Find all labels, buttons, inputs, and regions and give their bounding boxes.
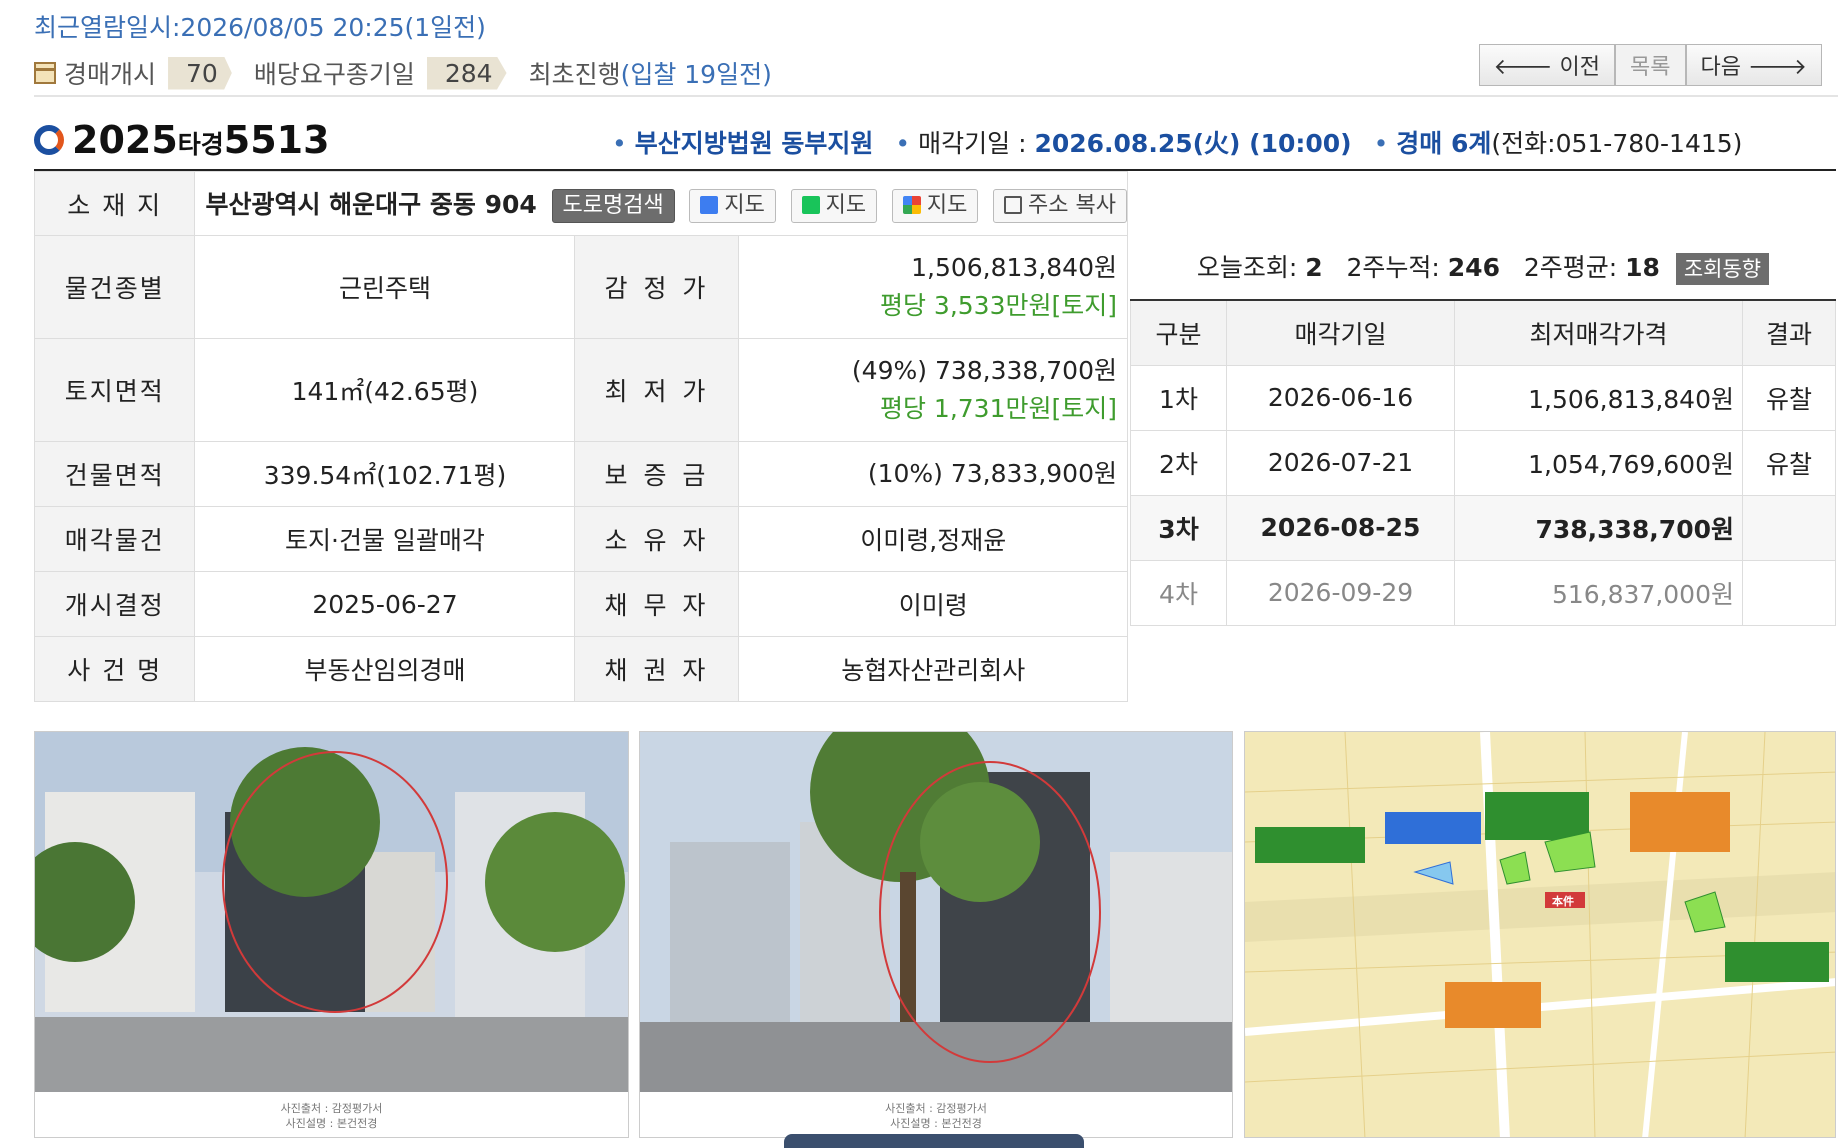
dept-name: 경매 6계: [1396, 129, 1492, 158]
property-photo-1[interactable]: 사진출처 : 감정평가서사진설명 : 본건전경: [34, 731, 629, 1138]
debtor-value: 이미령: [738, 571, 1128, 637]
address-label: 소 재 지: [33, 171, 196, 236]
table-row: 매각물건 토지·건물 일괄매각 소 유 자 이미령,정재윤: [33, 506, 1128, 572]
case-serial: 5513: [223, 118, 330, 162]
location-map-image[interactable]: 本件: [1244, 731, 1836, 1138]
table-row: 물건종별 근린주택 감 정 가 1,506,813,840원 평당 3,533만…: [33, 235, 1128, 339]
map-marker-label: 本件: [1552, 895, 1574, 908]
table-row: 사 건 명 부동산임의경매 채 권 자 농협자산관리회사: [33, 636, 1128, 702]
sale-object-value: 토지·건물 일괄매각: [194, 506, 576, 572]
map-thumbnail: [1245, 732, 1835, 1137]
schedule-summary: 경매개시 70 배당요구종기일 284 최초진행 (입찰 19일전): [34, 54, 772, 92]
calendar-icon: [34, 62, 56, 84]
start-label: 경매개시: [64, 60, 157, 89]
min-price-label: 최 저 가: [574, 338, 740, 442]
table-row: 건물면적 339.54㎡(102.71평) 보 증 금 (10%) 73,833…: [33, 441, 1128, 507]
next-button[interactable]: 다음 🡒: [1685, 44, 1822, 86]
case-type: 타경: [177, 130, 224, 159]
two-week-views: 246: [1447, 253, 1500, 282]
land-value: 141㎡(42.65평): [194, 338, 576, 442]
building-value: 339.54㎡(102.71평): [194, 441, 576, 507]
first-value: (입찰 19일전): [620, 60, 772, 89]
land-label: 토지면적: [33, 338, 196, 442]
min-price-value: (49%) 738,338,700원: [851, 356, 1117, 385]
google-map-button[interactable]: 지도: [891, 188, 979, 223]
first-label: 최초진행: [528, 60, 621, 89]
table-row: 개시결정 2025-06-27 채 무 자 이미령: [33, 571, 1128, 637]
naver-icon: [801, 195, 820, 214]
street-photo: [640, 732, 1232, 1092]
photo-caption-source: 사진출처 : 감정평가서: [885, 1102, 987, 1115]
claim-label: 배당요구종기일: [253, 60, 415, 89]
sale-label: 매각기일 :: [918, 129, 1035, 158]
case-name-label: 사 건 명: [33, 636, 196, 702]
case-name-value: 부동산임의경매: [194, 636, 576, 702]
building-label: 건물면적: [33, 441, 196, 507]
today-views: 2: [1305, 253, 1323, 282]
deposit-label: 보 증 금: [574, 441, 740, 507]
road-search-button[interactable]: 도로명검색: [551, 188, 675, 223]
view-stats: 오늘조회: 2 2주누적: 246 2주평균: 18 조회동향: [1130, 248, 1836, 285]
avg-views: 18: [1625, 253, 1660, 282]
min-price-cell: (49%) 738,338,700원 평당 1,731만원[토지]: [738, 338, 1128, 442]
sale-object-label: 매각물건: [33, 506, 196, 572]
type-label: 물건종별: [33, 235, 196, 339]
start-days-badge: 70: [168, 56, 232, 90]
deposit-value: (10%) 73,833,900원: [738, 441, 1128, 507]
naver-map-button[interactable]: 지도: [790, 188, 878, 223]
case-year: 2025: [72, 118, 178, 162]
min-price-per-pyeong: 평당 1,731만원[토지]: [879, 394, 1117, 423]
table-row: 토지면적 141㎡(42.65평) 최 저 가 (49%) 738,338,70…: [33, 338, 1128, 442]
appraisal-label: 감 정 가: [574, 235, 740, 339]
owner-label: 소 유 자: [574, 506, 740, 572]
appraisal-cell: 1,506,813,840원 평당 3,533만원[토지]: [738, 235, 1128, 339]
court-logo-icon: [34, 125, 64, 155]
photo-more-tab[interactable]: [784, 1134, 1084, 1148]
photo-caption-source: 사진출처 : 감정평가서: [280, 1102, 383, 1115]
start-decision-value: 2025-06-27: [194, 571, 576, 637]
creditor-value: 농협자산관리회사: [738, 636, 1128, 702]
case-info: • 부산지방법원 동부지원 • 매각기일 : 2026.08.25(火) (10…: [612, 129, 1743, 158]
google-icon: [902, 195, 921, 214]
dept-phone: (전화:051-780-1415): [1491, 129, 1743, 158]
owner-value: 이미령,정재윤: [738, 506, 1128, 572]
photo-caption-desc: 사진설명 : 본건전경: [285, 1117, 378, 1130]
street-photo: [35, 732, 628, 1092]
divider: [34, 95, 1838, 97]
table-row: 소 재 지 부산광역시 해운대구 중동 904 도로명검색 지도 지도 지도 주…: [33, 171, 1128, 236]
detail-table: 소 재 지 부산광역시 해운대구 중동 904 도로명검색 지도 지도 지도 주…: [33, 171, 1128, 702]
table-row-future: 4차 2026-09-29 516,837,000원: [1130, 559, 1836, 626]
debtor-label: 채 무 자: [574, 571, 740, 637]
pager: 🡐 이전 목록 다음 🡒: [1478, 44, 1822, 86]
table-row: 1차 2026-06-16 1,506,813,840원 유찰: [1130, 364, 1836, 431]
recent-view-time: 최근열람일시:2026/08/05 20:25(1일전): [34, 13, 486, 42]
court-name[interactable]: 부산지방법원 동부지원: [635, 129, 874, 158]
rounds-table: 구분 매각기일 최저매각가격 결과 1차 2026-06-16 1,506,813…: [1130, 299, 1836, 626]
claim-days-badge: 284: [426, 56, 507, 90]
type-value[interactable]: 근린주택: [194, 235, 576, 339]
copy-icon: [1004, 195, 1023, 214]
table-row-current: 3차 2026-08-25 738,338,700원: [1130, 494, 1836, 561]
table-header: 구분 매각기일 최저매각가격 결과: [1130, 299, 1836, 366]
case-number: 2025 타경 5513: [34, 118, 330, 162]
view-trend-button[interactable]: 조회동향: [1675, 253, 1770, 285]
prev-button[interactable]: 🡐 이전: [1478, 44, 1616, 86]
photo-caption-desc: 사진설명 : 본건전경: [890, 1117, 982, 1130]
address-value: 부산광역시 해운대구 중동 904: [205, 189, 537, 219]
daum-icon: [700, 195, 719, 214]
creditor-label: 채 권 자: [574, 636, 740, 702]
copy-address-button[interactable]: 주소 복사: [993, 188, 1127, 223]
sale-date: 2026.08.25(火) (10:00): [1034, 129, 1352, 158]
table-row: 2차 2026-07-21 1,054,769,600원 유찰: [1130, 429, 1836, 496]
start-decision-label: 개시결정: [33, 571, 196, 637]
daum-map-button[interactable]: 지도: [689, 188, 776, 223]
property-photo-2[interactable]: 사진출처 : 감정평가서사진설명 : 본건전경: [639, 731, 1233, 1138]
appraisal-value: 1,506,813,840원: [911, 253, 1117, 282]
appraisal-per-pyeong: 평당 3,533만원[토지]: [879, 291, 1117, 320]
list-button[interactable]: 목록: [1615, 44, 1686, 86]
address-cell: 부산광역시 해운대구 중동 904 도로명검색 지도 지도 지도 주소 복사: [194, 171, 1128, 236]
